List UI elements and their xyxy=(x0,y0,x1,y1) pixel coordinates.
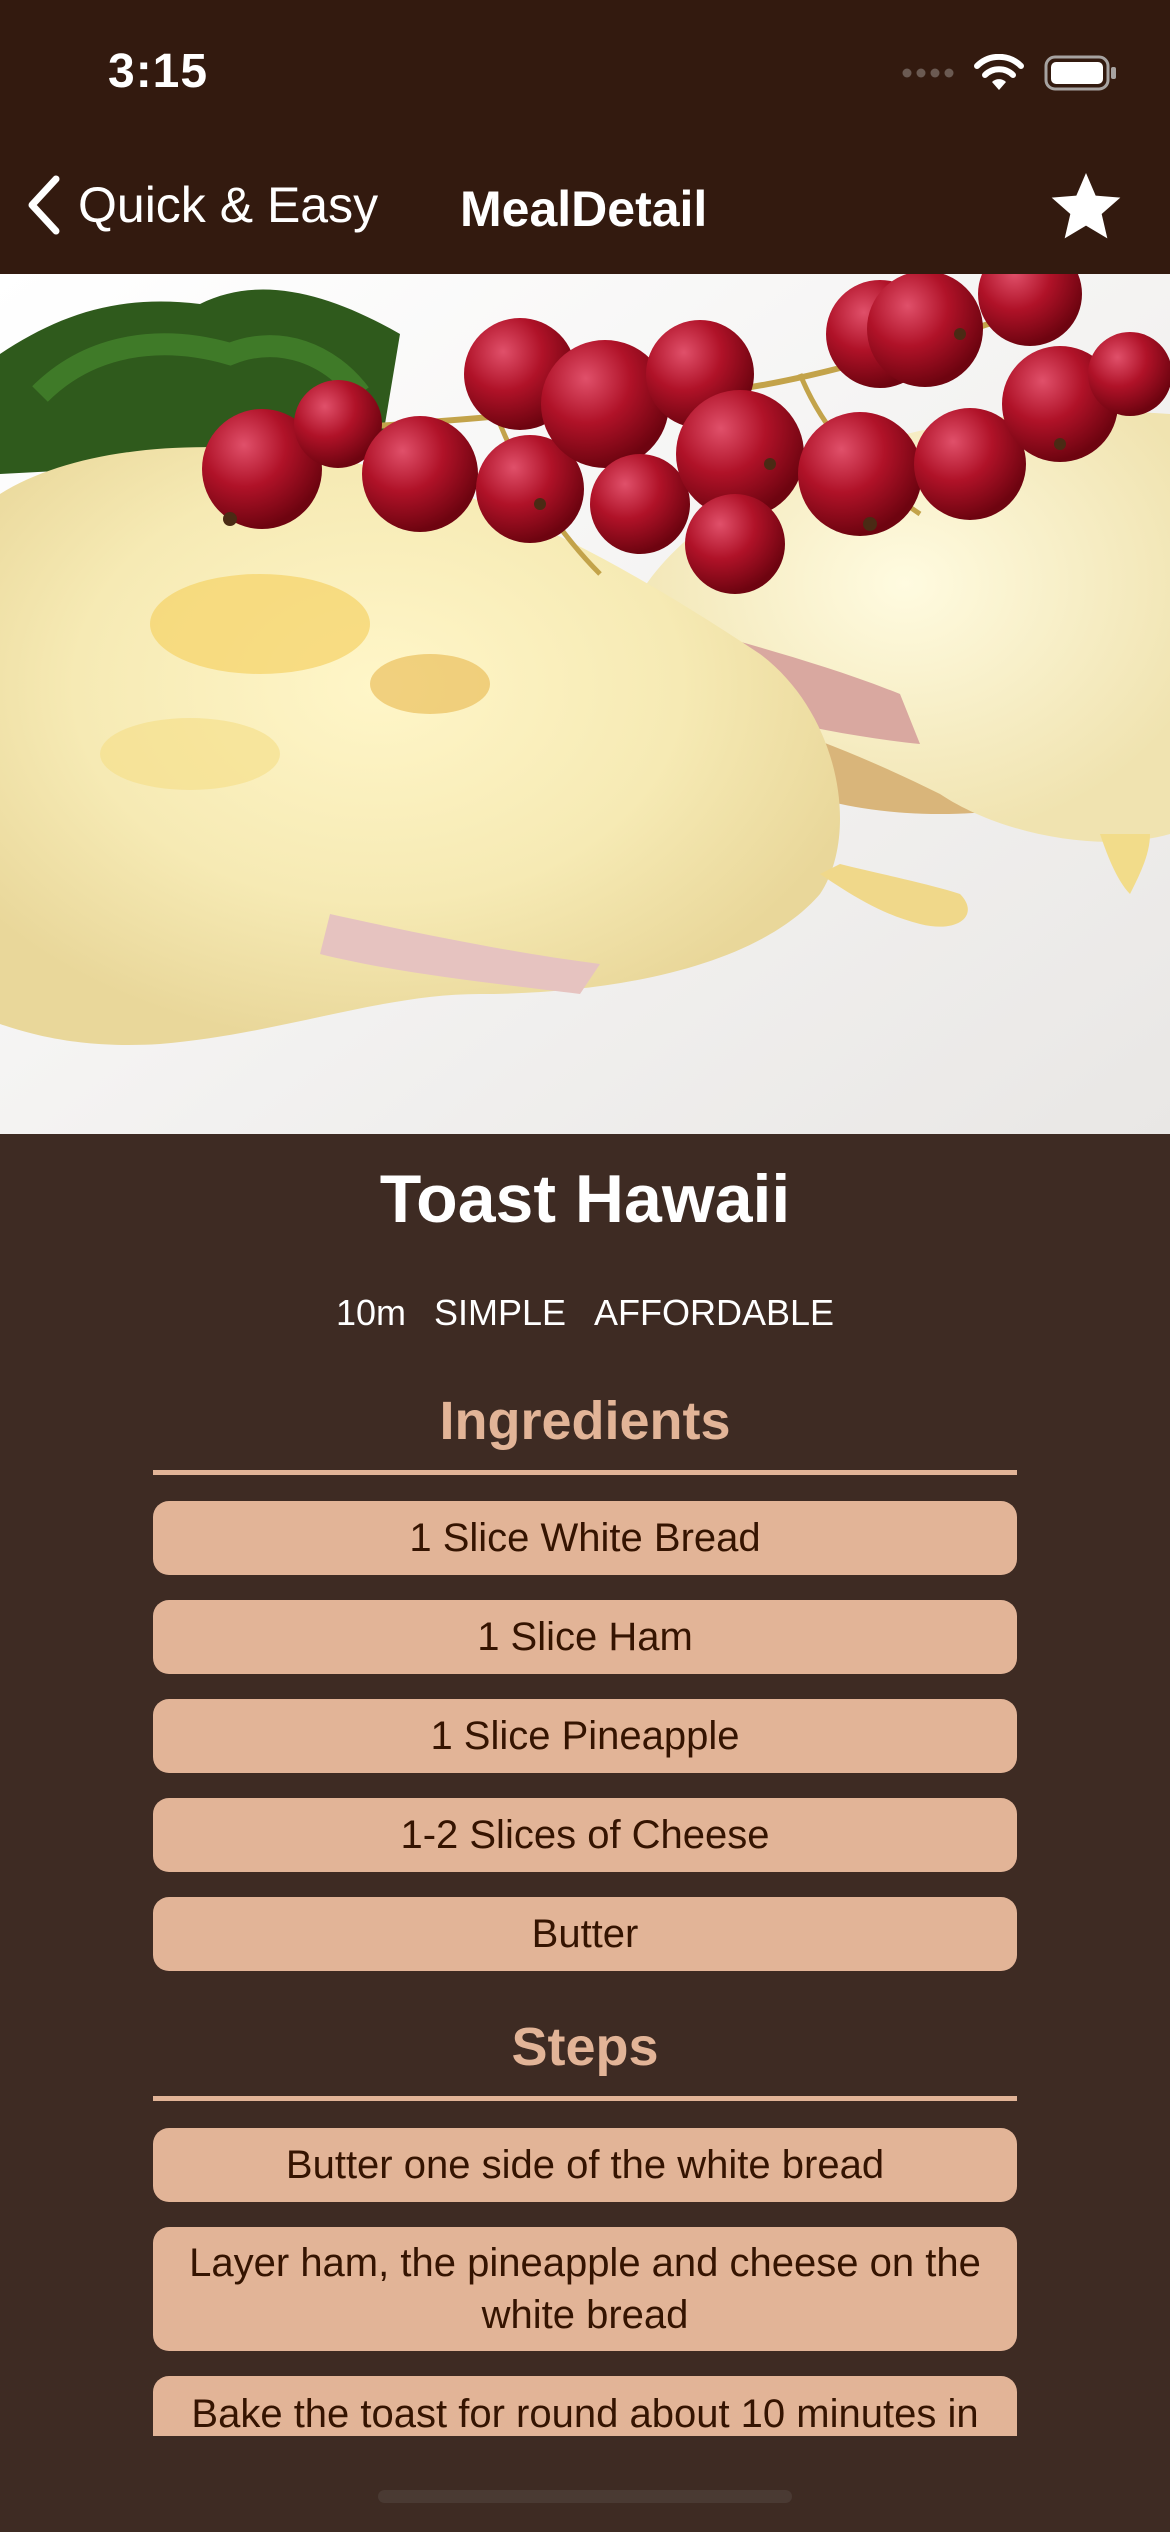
star-icon xyxy=(1051,173,1121,239)
wifi-icon xyxy=(974,54,1024,90)
ingredient-item: 1 Slice White Bread xyxy=(153,1501,1017,1575)
ingredients-title: Ingredients xyxy=(439,1391,731,1451)
steps-list[interactable]: Butter one side of the white bread Layer… xyxy=(0,2120,1170,2436)
meal-affordability: AFFORDABLE xyxy=(594,1292,835,1333)
ingredient-item: 1-2 Slices of Cheese xyxy=(153,1798,1017,1872)
steps-divider xyxy=(153,2096,1017,2101)
step-item: Butter one side of the white bread xyxy=(153,2128,1017,2202)
status-icons xyxy=(902,54,1118,92)
back-button[interactable]: Quick & Easy xyxy=(24,170,378,240)
step-item: Bake the toast for round about 10 minute… xyxy=(153,2376,1017,2436)
home-indicator[interactable] xyxy=(378,2490,792,2503)
back-label: Quick & Easy xyxy=(78,177,379,233)
meal-title: Toast Hawaii xyxy=(379,1161,791,1237)
navigation-bar: Quick & Easy MealDetail xyxy=(0,140,1170,274)
battery-icon xyxy=(1044,55,1116,91)
step-item: Layer ham, the pineapple and cheese on t… xyxy=(153,2227,1017,2351)
ingredient-item: 1 Slice Pineapple xyxy=(153,1699,1017,1773)
steps-title: Steps xyxy=(511,2017,659,2077)
page-title: MealDetail xyxy=(460,181,708,237)
ingredients-divider xyxy=(153,1470,1017,1475)
status-bar: 3:15 xyxy=(0,0,1170,140)
chevron-left-icon xyxy=(28,175,60,235)
meal-image xyxy=(0,274,1170,1134)
meal-duration: 10m xyxy=(335,1292,406,1333)
cellular-signal-icon xyxy=(902,68,954,78)
meal-meta: 10m SIMPLE AFFORDABLE xyxy=(0,1292,1170,1334)
ingredient-item: Butter xyxy=(153,1897,1017,1971)
favorite-button[interactable] xyxy=(1046,168,1126,248)
ingredient-item: 1 Slice Ham xyxy=(153,1600,1017,1674)
status-time: 3:15 xyxy=(108,45,209,98)
meal-complexity: SIMPLE xyxy=(433,1292,567,1333)
